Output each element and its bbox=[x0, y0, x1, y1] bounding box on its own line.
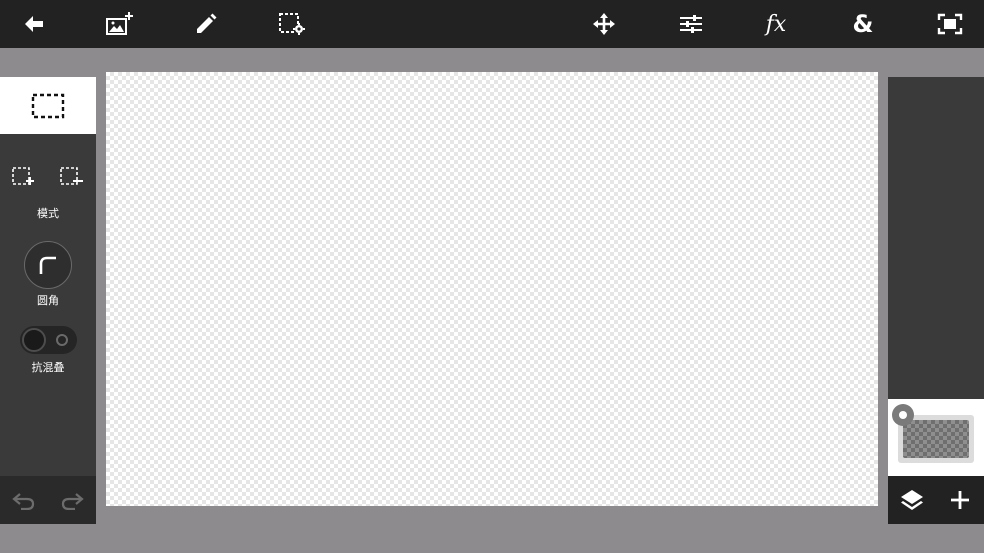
layers-button[interactable] bbox=[888, 476, 936, 524]
undo-button[interactable] bbox=[0, 476, 48, 524]
effects-button[interactable]: fx bbox=[746, 0, 806, 48]
top-toolbar: fx & bbox=[0, 0, 984, 48]
corner-radius-button[interactable] bbox=[24, 241, 72, 289]
select-subtract-button[interactable] bbox=[58, 165, 86, 189]
adjust-button[interactable] bbox=[661, 0, 721, 48]
move-icon bbox=[593, 13, 615, 35]
select-subtract-icon bbox=[60, 167, 83, 185]
back-button[interactable] bbox=[4, 0, 64, 48]
layers-icon bbox=[901, 490, 923, 510]
layers-panel bbox=[888, 77, 984, 524]
toggle-off-indicator bbox=[56, 334, 68, 346]
add-layer-button[interactable] bbox=[936, 476, 984, 524]
rect-select-icon bbox=[31, 93, 65, 118]
layer-item[interactable] bbox=[888, 399, 984, 476]
add-image-icon bbox=[106, 12, 133, 35]
transparent-canvas[interactable] bbox=[106, 72, 878, 506]
plus-icon bbox=[951, 491, 969, 509]
selection-settings-button[interactable] bbox=[262, 0, 322, 48]
selection-settings-icon bbox=[279, 13, 305, 35]
history-bar bbox=[0, 476, 96, 524]
redo-button[interactable] bbox=[48, 476, 96, 524]
undo-icon bbox=[12, 493, 35, 510]
arrow-left-icon bbox=[25, 16, 43, 32]
blend-button[interactable]: & bbox=[833, 0, 893, 48]
pencil-icon bbox=[197, 13, 217, 33]
antialias-label: 抗混叠 bbox=[31, 361, 65, 374]
fx-icon: fx bbox=[765, 11, 787, 37]
rect-select-tool[interactable] bbox=[0, 77, 96, 134]
add-image-button[interactable] bbox=[90, 0, 150, 48]
ampersand-icon: & bbox=[852, 10, 874, 38]
select-add-button[interactable] bbox=[10, 165, 38, 189]
toggle-knob bbox=[22, 328, 46, 352]
rounded-corner-icon bbox=[39, 256, 56, 274]
redo-icon bbox=[61, 493, 84, 510]
corner-label: 圆角 bbox=[37, 294, 59, 307]
draw-button[interactable] bbox=[176, 0, 236, 48]
select-add-icon bbox=[12, 167, 34, 185]
selection-tool-panel: 模式 圆角 抗混叠 bbox=[0, 77, 96, 524]
layer-visibility-toggle[interactable] bbox=[892, 404, 914, 426]
move-button[interactable] bbox=[574, 0, 634, 48]
antialias-toggle[interactable] bbox=[20, 326, 77, 354]
fit-screen-button[interactable] bbox=[920, 0, 980, 48]
layers-bottom-bar bbox=[888, 476, 984, 524]
sliders-icon bbox=[680, 15, 702, 33]
fit-screen-icon bbox=[937, 13, 963, 35]
mode-label: 模式 bbox=[37, 207, 59, 220]
